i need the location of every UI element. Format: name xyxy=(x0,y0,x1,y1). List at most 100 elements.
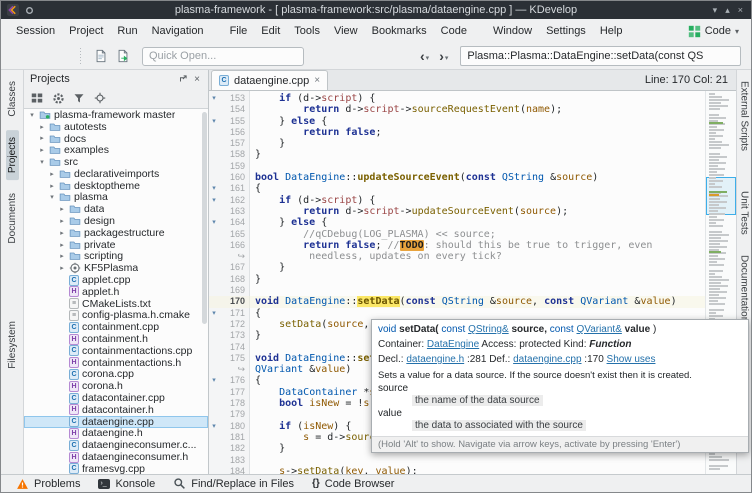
fold-marker-icon[interactable]: ▾ xyxy=(209,183,219,194)
tree-item-framesvg-cpp[interactable]: Cframesvg.cpp xyxy=(24,463,208,474)
code-line[interactable]: bool DataEngine::updateSourceEvent(const… xyxy=(249,172,706,183)
tree-item-dataengineconsumer-c[interactable]: Cdataengineconsumer.c... xyxy=(24,439,208,451)
expander-icon[interactable]: ▸ xyxy=(58,252,66,260)
line-number[interactable]: 154 xyxy=(219,104,249,115)
line-number[interactable]: 163 xyxy=(219,206,249,217)
code-line[interactable]: return d->script->sourceRequestEvent(nam… xyxy=(249,104,706,115)
fold-marker-icon[interactable]: ▾ xyxy=(209,195,219,206)
line-number[interactable]: 182 xyxy=(219,443,249,454)
menu-navigation[interactable]: Navigation xyxy=(145,19,211,43)
configure-icon[interactable] xyxy=(49,89,67,107)
menu-view[interactable]: View xyxy=(327,19,365,43)
fold-marker-icon[interactable]: ▾ xyxy=(209,308,219,319)
line-number[interactable]: 169 xyxy=(219,285,249,296)
menu-help[interactable]: Help xyxy=(593,19,630,43)
line-number[interactable]: 164 xyxy=(219,217,249,228)
tree-item-desktoptheme[interactable]: ▸desktoptheme xyxy=(24,180,208,192)
menu-run[interactable]: Run xyxy=(110,19,144,43)
tree-item-examples[interactable]: ▸examples xyxy=(24,144,208,156)
tooltip-link[interactable]: DataEngine xyxy=(427,339,479,350)
line-number[interactable]: 181 xyxy=(219,432,249,443)
tree-item-declarativeimports[interactable]: ▸declarativeimports xyxy=(24,168,208,180)
code-line[interactable]: } xyxy=(249,149,706,160)
code-line[interactable]: } xyxy=(249,138,706,149)
line-number[interactable]: 175 xyxy=(219,353,249,364)
line-number[interactable]: 159 xyxy=(219,161,249,172)
document-icon[interactable] xyxy=(90,45,112,67)
line-number[interactable]: 180 xyxy=(219,421,249,432)
line-number[interactable]: 183 xyxy=(219,455,249,466)
line-number[interactable]: 156 xyxy=(219,127,249,138)
code-line[interactable]: //qCDebug(LOG_PLASMA) << source; xyxy=(249,229,706,240)
line-number[interactable]: 168 xyxy=(219,274,249,285)
menu-edit[interactable]: Edit xyxy=(254,19,287,43)
tree-item-autotests[interactable]: ▸autotests xyxy=(24,121,208,133)
expander-icon[interactable]: ▾ xyxy=(48,193,56,201)
tree-item-design[interactable]: ▸design xyxy=(24,215,208,227)
line-number[interactable]: 179 xyxy=(219,409,249,420)
fold-marker-icon[interactable]: ▾ xyxy=(209,217,219,228)
tree-item-packagestructure[interactable]: ▸packagestructure xyxy=(24,227,208,239)
code-line[interactable] xyxy=(249,161,706,172)
line-number[interactable]: 160 xyxy=(219,172,249,183)
close-icon[interactable]: × xyxy=(738,5,743,15)
line-number[interactable]: 171 xyxy=(219,308,249,319)
document-export-icon[interactable] xyxy=(112,45,134,67)
float-panel-icon[interactable] xyxy=(176,74,190,84)
line-number[interactable]: 177 xyxy=(219,387,249,398)
line-number[interactable]: 157 xyxy=(219,138,249,149)
quick-open-input[interactable] xyxy=(142,47,304,66)
code-line[interactable]: return d->script->updateSourceEvent(sour… xyxy=(249,206,706,217)
menu-session[interactable]: Session xyxy=(9,19,62,43)
line-number[interactable]: 158 xyxy=(219,149,249,160)
dock-tab-external-scripts[interactable]: External Scripts xyxy=(738,74,751,158)
code-line[interactable]: } else { xyxy=(249,116,706,127)
tooltip-link[interactable]: QVariant& xyxy=(576,324,621,335)
close-panel-icon[interactable]: × xyxy=(190,74,204,85)
code-line[interactable]: { xyxy=(249,308,706,319)
line-number[interactable]: 170 xyxy=(219,296,249,307)
code-line[interactable]: } xyxy=(249,274,706,285)
code-line[interactable]: return false; xyxy=(249,127,706,138)
tree-item-dataengine-cpp[interactable]: Cdataengine.cpp xyxy=(24,416,208,428)
tree-item-containment-cpp[interactable]: Ccontainment.cpp xyxy=(24,321,208,333)
dock-tab-documentation[interactable]: Documentation xyxy=(738,248,751,329)
code-line[interactable]: if (d->script) { xyxy=(249,195,706,206)
tree-item-kf5plasma[interactable]: ▸KF5Plasma xyxy=(24,262,208,274)
menu-window[interactable]: Window xyxy=(486,19,539,43)
tree-item-plasma-framework-master[interactable]: ▾plasma-framework master xyxy=(24,109,208,121)
code-line[interactable]: void DataEngine::setData(const QString &… xyxy=(249,296,706,307)
expander-icon[interactable]: ▸ xyxy=(38,134,46,142)
tree-item-corona-h[interactable]: Hcorona.h xyxy=(24,380,208,392)
line-number[interactable]: 176 xyxy=(219,375,249,386)
code-line[interactable] xyxy=(249,285,706,296)
filter-icon[interactable] xyxy=(70,89,88,107)
wrap-marker-icon[interactable]: ↪ xyxy=(219,251,249,262)
tree-item-applet-cpp[interactable]: Capplet.cpp xyxy=(24,274,208,286)
back-button[interactable]: ‹ ▾ xyxy=(416,49,433,63)
tree-item-config-plasma-h-cmake[interactable]: ≡config-plasma.h.cmake xyxy=(24,310,208,322)
dock-tab-classes[interactable]: Classes xyxy=(6,74,19,124)
code-line[interactable]: { xyxy=(249,183,706,194)
tree-item-plasma[interactable]: ▾plasma xyxy=(24,192,208,204)
dock-tab-unit-tests[interactable]: Unit Tests xyxy=(738,184,751,242)
tooltip-link[interactable]: Show uses xyxy=(607,354,656,365)
tree-item-applet-h[interactable]: Happlet.h xyxy=(24,286,208,298)
toolbar-handle[interactable] xyxy=(79,48,84,64)
tree-item-corona-cpp[interactable]: Ccorona.cpp xyxy=(24,369,208,381)
pin-icon[interactable] xyxy=(25,6,34,15)
status-problems[interactable]: Problems xyxy=(7,475,89,492)
expander-icon[interactable]: ▸ xyxy=(38,146,46,154)
expander-icon[interactable]: ▾ xyxy=(28,111,36,119)
expander-icon[interactable]: ▸ xyxy=(38,123,46,131)
status-code-browser[interactable]: {}Code Browser xyxy=(303,475,404,492)
menu-tools[interactable]: Tools xyxy=(287,19,327,43)
tree-scrollbar[interactable] xyxy=(202,112,207,324)
tree-item-data[interactable]: ▸data xyxy=(24,203,208,215)
tree-item-docs[interactable]: ▸docs xyxy=(24,133,208,145)
line-number[interactable]: 153 xyxy=(219,93,249,104)
menu-code[interactable]: Code xyxy=(434,19,474,43)
document-tab[interactable]: C dataengine.cpp × xyxy=(211,70,328,90)
menu-project[interactable]: Project xyxy=(62,19,110,43)
line-number[interactable]: 161 xyxy=(219,183,249,194)
